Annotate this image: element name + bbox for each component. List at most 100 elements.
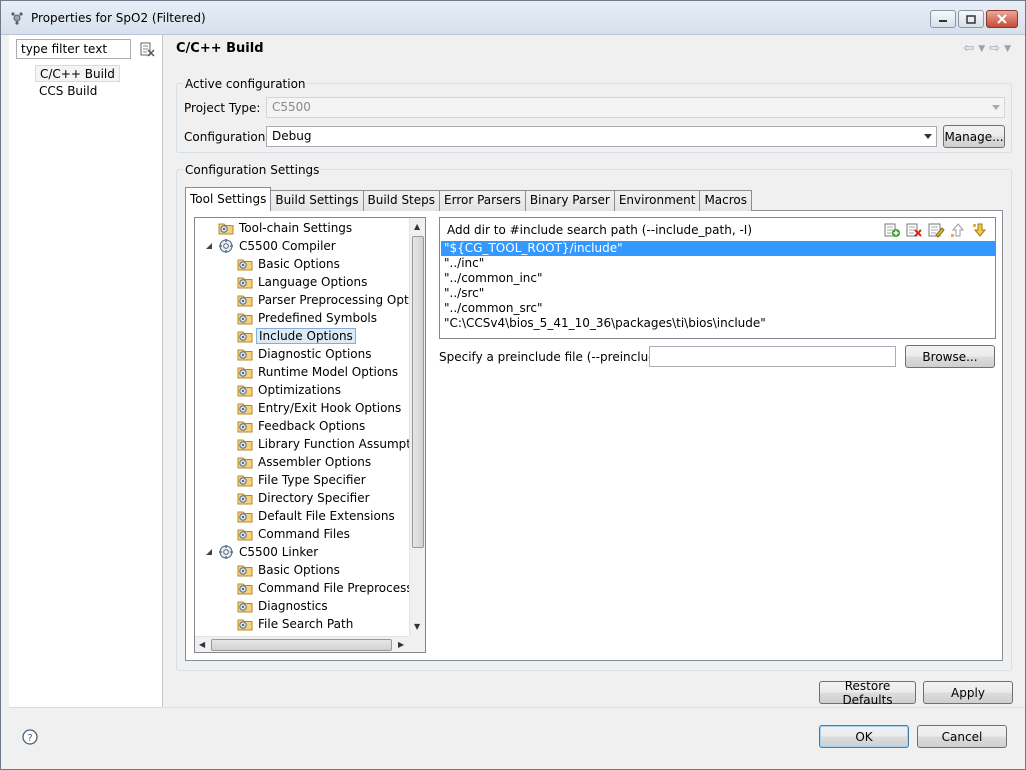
tree-item-label: File Search Path [258, 617, 354, 631]
ok-button[interactable]: OK [819, 725, 909, 748]
tree-item[interactable]: Command Files [237, 525, 352, 543]
tree-horizontal-scrollbar[interactable]: ◀ ▶ [195, 636, 410, 652]
tree-item-label: Library Function Assumption [258, 437, 426, 451]
move-down-icon[interactable] [971, 222, 989, 238]
tab-label: Error Parsers [444, 193, 521, 207]
cancel-button[interactable]: Cancel [917, 725, 1007, 748]
folder-gear-icon [237, 529, 253, 541]
folder-gear-icon [237, 421, 253, 433]
scroll-thumb[interactable] [211, 639, 392, 651]
tab-build-settings[interactable]: Build Settings [270, 190, 364, 211]
scroll-right-icon[interactable]: ▶ [398, 640, 404, 649]
include-path-item[interactable]: "../src" [441, 286, 995, 301]
scroll-left-icon[interactable]: ◀ [199, 640, 205, 649]
folder-gear-icon [237, 313, 253, 325]
tab-tool-settings[interactable]: Tool Settings [185, 187, 272, 211]
scroll-down-icon[interactable]: ▼ [414, 622, 420, 631]
tool-settings-tree[interactable]: Tool-chain Settings C5500 Compiler Basic O… [194, 217, 426, 653]
include-path-item[interactable]: "${CG_TOOL_ROOT}/include" [441, 241, 995, 256]
tree-item-label: C5500 Linker [239, 545, 319, 559]
browse-button[interactable]: Browse... [905, 345, 995, 368]
include-path-item[interactable]: "../common_inc" [441, 271, 995, 286]
tree-vertical-scrollbar[interactable]: ▲ ▼ [409, 218, 425, 636]
tree-item[interactable]: C5500 Compiler [218, 237, 338, 255]
minimize-icon [939, 20, 947, 22]
tree-item[interactable]: Optimizations [237, 381, 343, 399]
tree-item[interactable]: Diagnostic Options [237, 345, 374, 363]
include-path-heading: Add dir to #include search path (--inclu… [447, 223, 753, 237]
move-up-icon[interactable] [949, 222, 967, 238]
tree-item[interactable]: Include Options [237, 327, 356, 345]
folder-gear-icon [237, 277, 253, 289]
tree-item-label: Basic Options [258, 257, 340, 271]
back-menu-icon[interactable]: ▼ [978, 41, 985, 56]
tree-item[interactable]: Parser Preprocessing Option [237, 291, 425, 309]
tab-label: Binary Parser [529, 193, 610, 207]
include-path-list[interactable]: Add dir to #include search path (--inclu… [439, 217, 996, 339]
close-icon [997, 14, 1007, 24]
tree-item[interactable]: Predefined Symbols [237, 309, 379, 327]
nav-item-cpp-build[interactable]: C/C++ Build [35, 65, 120, 82]
compiler-tool-icon [219, 239, 233, 253]
scroll-up-icon[interactable]: ▲ [414, 222, 420, 231]
restore-defaults-button[interactable]: Restore Defaults [819, 679, 916, 707]
help-icon[interactable]: ? [22, 729, 38, 745]
minimize-button[interactable] [930, 10, 956, 28]
nav-item-ccs-build[interactable]: CCS Build [35, 83, 101, 100]
configuration-combo[interactable]: Debug [266, 126, 937, 147]
tree-item[interactable]: Entry/Exit Hook Options [237, 399, 403, 417]
folder-gear-icon [237, 331, 253, 343]
tree-item[interactable]: Basic Options [237, 561, 342, 579]
delete-icon[interactable] [905, 222, 923, 238]
clear-filter-icon[interactable] [139, 41, 155, 57]
tree-item[interactable]: Feedback Options [237, 417, 367, 435]
tree-item[interactable]: Directory Specifier [237, 489, 372, 507]
back-arrow-icon[interactable]: ⇦ [963, 41, 974, 56]
expand-triangle-icon[interactable] [204, 241, 214, 251]
title-bar: Properties for SpO2 (Filtered) [1, 1, 1025, 35]
tab-macros[interactable]: Macros [699, 190, 753, 211]
compiler-tool-icon [219, 545, 233, 559]
nav-item-label: C/C++ Build [40, 67, 115, 81]
include-path-item[interactable]: "C:\CCSv4\bios_5_41_10_36\packages\ti\bi… [441, 316, 995, 331]
tree-item[interactable]: Assembler Options [237, 453, 373, 471]
include-path-item[interactable]: "../common_src" [441, 301, 995, 316]
tree-item[interactable]: Diagnostics [237, 597, 330, 615]
filter-input[interactable] [16, 39, 131, 59]
tree-item[interactable]: Tool-chain Settings [218, 219, 354, 237]
include-path-toolbar [883, 222, 989, 238]
scroll-thumb[interactable] [412, 236, 424, 548]
manage-button[interactable]: Manage... [943, 125, 1005, 148]
tree-item[interactable]: File Type Specifier [237, 471, 368, 489]
tab-environment[interactable]: Environment [613, 190, 701, 211]
close-button[interactable] [986, 10, 1018, 28]
include-path-item[interactable]: "../inc" [441, 256, 995, 271]
tree-item[interactable]: Library Function Assumption [237, 435, 426, 453]
add-icon[interactable] [883, 222, 901, 238]
tree-item[interactable]: Language Options [237, 273, 369, 291]
tree-item[interactable]: Command File Preprocessin [237, 579, 425, 597]
tab-label: Build Steps [367, 193, 436, 207]
tab-build-steps[interactable]: Build Steps [362, 190, 441, 211]
folder-gear-icon [237, 367, 253, 379]
forward-menu-icon[interactable]: ▼ [1004, 41, 1011, 56]
tab-error-parsers[interactable]: Error Parsers [439, 190, 526, 211]
maximize-button[interactable] [958, 10, 984, 28]
folder-gear-icon [237, 583, 253, 595]
tree-item[interactable]: Basic Options [237, 255, 342, 273]
edit-icon[interactable] [927, 222, 945, 238]
forward-arrow-icon[interactable]: ⇨ [989, 41, 1000, 56]
preinclude-input[interactable] [649, 346, 896, 367]
folder-gear-icon [237, 493, 253, 505]
tree-item-label: Runtime Model Options [258, 365, 399, 379]
tab-binary-parser[interactable]: Binary Parser [524, 190, 615, 211]
tree-item[interactable]: Default File Extensions [237, 507, 397, 525]
tree-item-label: Include Options [256, 328, 356, 344]
nav-pane: C/C++ Build CCS Build [9, 35, 163, 707]
tree-item[interactable]: C5500 Linker [218, 543, 320, 561]
tree-item-label: Entry/Exit Hook Options [258, 401, 402, 415]
apply-button[interactable]: Apply [923, 681, 1013, 704]
tree-item[interactable]: Runtime Model Options [237, 363, 400, 381]
tree-item[interactable]: File Search Path [237, 615, 355, 633]
expand-triangle-icon[interactable] [204, 547, 214, 557]
